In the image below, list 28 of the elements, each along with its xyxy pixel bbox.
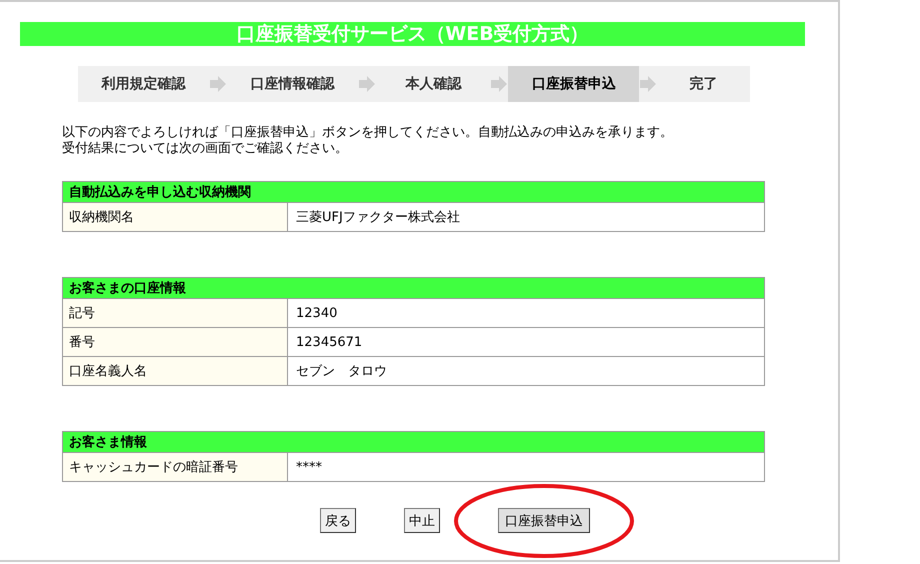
instruction-text: 以下の内容でよろしければ「口座振替申込」ボタンを押してください。自動払込みの申込みを承ります。 [62, 125, 674, 141]
field-label: キャッシュカードの暗証番号 [62, 452, 288, 482]
form-button[interactable]: 口座振替申込 [498, 508, 590, 533]
field-label: 番号 [62, 328, 288, 356]
field-label: 口座名義人名 [62, 356, 288, 386]
field-value: 12340 [288, 298, 764, 328]
field-value: セブン タロウ [288, 356, 764, 386]
step-item: 利用規定確認 [100, 74, 187, 94]
step-item: 口座情報確認 [250, 74, 336, 94]
field-label: 収納機関名 [62, 202, 288, 232]
step-item: 口座振替申込 [508, 66, 640, 102]
form-button[interactable]: 戻る [320, 508, 356, 533]
field-value: 12345671 [288, 328, 764, 356]
arrow-icon [490, 75, 508, 93]
section-heading: 自動払込みを申し込む収納機関 [62, 182, 764, 202]
section-heading: お客さま情報 [62, 432, 764, 452]
section-heading: お客さまの口座情報 [62, 278, 764, 298]
arrow-icon [209, 75, 228, 93]
arrow-icon [639, 75, 658, 93]
arrow-icon [358, 75, 376, 93]
page-title: 口座振替受付サービス（WEB受付方式） [20, 22, 805, 46]
step-item: 本人確認 [404, 75, 463, 94]
field-value: **** [288, 452, 764, 482]
instruction-text: 受付結果については次の画面でご確認ください。 [62, 141, 349, 157]
field-value: 三菱UFJファクター株式会社 [288, 202, 764, 232]
step-item: 完了 [688, 74, 719, 94]
field-label: 記号 [62, 298, 288, 328]
form-button[interactable]: 中止 [404, 508, 440, 533]
